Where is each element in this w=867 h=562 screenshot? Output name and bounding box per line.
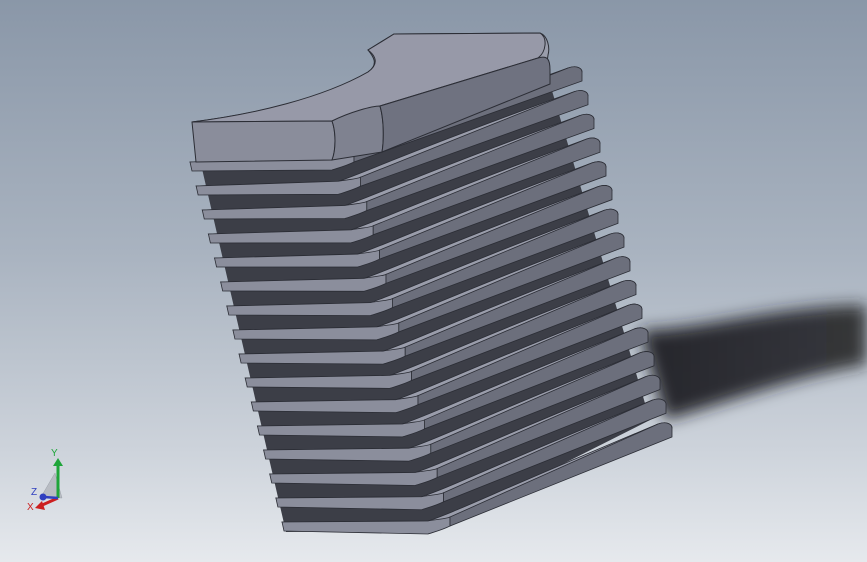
z-axis-head bbox=[39, 493, 47, 501]
view-orientation-triad[interactable]: Y X Z bbox=[22, 440, 72, 520]
model-scene[interactable] bbox=[0, 0, 867, 562]
x-axis-label: X bbox=[27, 502, 34, 513]
z-axis-label: Z bbox=[31, 487, 37, 498]
top-front-face bbox=[191, 120, 336, 163]
graphics-viewport[interactable]: Y X Z bbox=[0, 0, 867, 562]
x-axis-arrow bbox=[35, 501, 45, 510]
model-shadow bbox=[640, 305, 867, 420]
y-axis-arrow bbox=[53, 458, 63, 466]
y-axis-label: Y bbox=[51, 448, 58, 459]
